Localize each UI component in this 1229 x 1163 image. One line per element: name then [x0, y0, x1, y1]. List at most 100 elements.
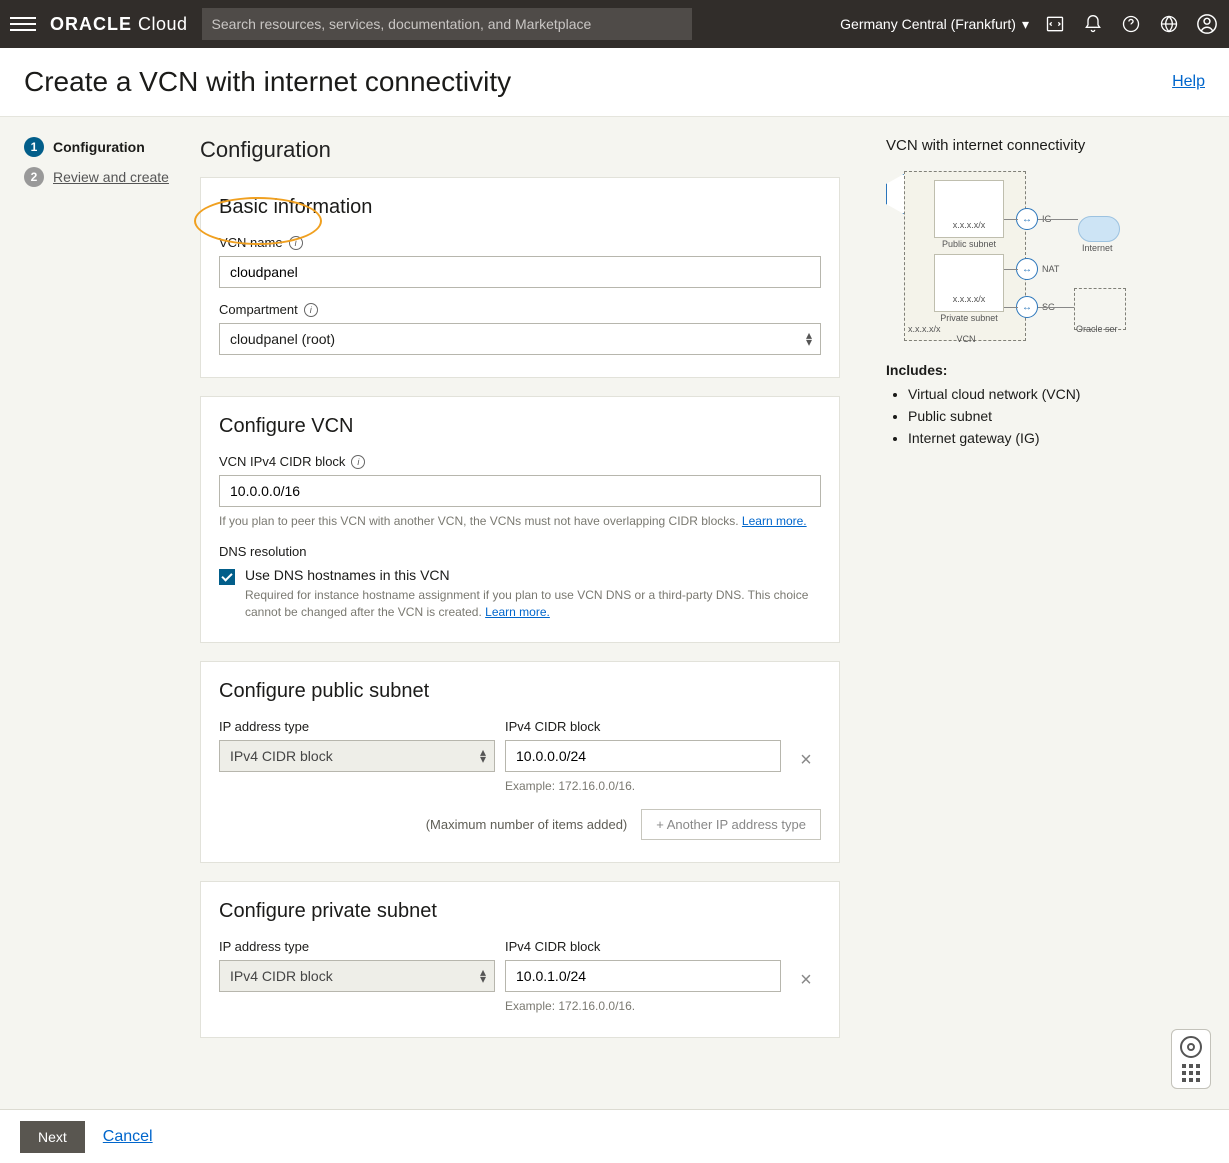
diagram-label: x.x.x.x/x [908, 324, 968, 334]
step-label: Review and create [53, 169, 169, 185]
example-text: Example: 172.16.0.0/16. [505, 998, 781, 1015]
remove-row-icon[interactable]: × [791, 969, 821, 992]
ip-type-label: IP address type [219, 719, 309, 734]
example-text: Example: 172.16.0.0/16. [505, 778, 781, 795]
compartment-value: cloudpanel (root) [230, 331, 335, 347]
learn-more-link[interactable]: Learn more. [485, 605, 550, 619]
next-button[interactable]: Next [20, 1121, 85, 1153]
top-navbar: ORACLE Cloud Germany Central (Frankfurt)… [0, 0, 1229, 48]
helper-text: If you plan to peer this VCN with anothe… [219, 514, 742, 528]
brand-text: ORACLE [50, 14, 132, 35]
max-items-note: (Maximum number of items added) [426, 817, 628, 832]
card-heading: Configure public subnet [219, 680, 821, 703]
product-text: Cloud [138, 14, 188, 35]
card-public-subnet: Configure public subnet IP address type … [200, 661, 840, 863]
vcn-name-input[interactable] [219, 256, 821, 288]
footer-bar: Next Cancel [0, 1109, 1229, 1163]
diagram-label: Internet [1082, 243, 1113, 253]
step-review[interactable]: 2 Review and create [24, 167, 200, 187]
sidebar-title: VCN with internet connectivity [886, 137, 1126, 154]
public-cidr-input[interactable] [505, 740, 781, 772]
diagram-label: Oracle ser [1076, 324, 1118, 334]
grid-icon [1182, 1064, 1200, 1082]
search-input[interactable] [202, 8, 692, 40]
diagram-label: Public subnet [934, 239, 1004, 249]
diagram-label: NAT [1042, 264, 1059, 274]
ip-type-select[interactable]: IPv4 CIDR block ▴▾ [219, 740, 495, 772]
region-selector[interactable]: Germany Central (Frankfurt) ▾ [840, 16, 1029, 33]
dns-helper: Required for instance hostname assignmen… [245, 587, 821, 621]
subnet-row: IP address type IPv4 CIDR block ▴▾ IPv4 … [219, 939, 821, 1015]
gateway-icon: ↔ [1016, 258, 1038, 280]
card-heading: Configure VCN [219, 415, 821, 438]
right-sidebar: VCN with internet connectivity x.x.x.x/x… [886, 137, 1126, 1038]
dns-heading: DNS resolution [219, 544, 306, 559]
list-item: Public subnet [908, 408, 1126, 424]
chevron-down-icon: ▾ [1022, 16, 1029, 33]
info-icon[interactable]: i [304, 303, 318, 317]
card-configure-vcn: Configure VCN VCN IPv4 CIDR block i If y… [200, 396, 840, 643]
main-layout: 1 Configuration 2 Review and create Conf… [0, 117, 1229, 1118]
remove-row-icon[interactable]: × [791, 749, 821, 772]
dns-checkbox[interactable] [219, 569, 235, 585]
content-column: Configuration Basic information VCN name… [200, 137, 840, 1038]
compartment-label: Compartment [219, 302, 298, 317]
region-label: Germany Central (Frankfurt) [840, 16, 1016, 32]
diagram-label: x.x.x.x/x [936, 294, 1002, 304]
vcn-cidr-label: VCN IPv4 CIDR block [219, 454, 345, 469]
menu-icon[interactable] [10, 17, 36, 31]
search-wrap [202, 8, 692, 40]
private-cidr-input[interactable] [505, 960, 781, 992]
field-dns: DNS resolution Use DNS hostnames in this… [219, 544, 821, 621]
vcn-diagram: x.x.x.x/x Public subnet x.x.x.x/x Privat… [886, 166, 1126, 346]
vcn-cidr-input[interactable] [219, 475, 821, 507]
section-title: Configuration [200, 137, 840, 163]
ip-type-value: IPv4 CIDR block [230, 748, 333, 764]
info-icon[interactable]: i [351, 455, 365, 469]
ip-type-label: IP address type [219, 939, 309, 954]
vcn-name-label: VCN name [219, 235, 283, 250]
ip-type-value: IPv4 CIDR block [230, 968, 333, 984]
step-label: Configuration [53, 139, 145, 155]
page-title-row: Create a VCN with internet connectivity … [0, 48, 1229, 117]
help-float-button[interactable] [1171, 1029, 1211, 1089]
dns-check-label: Use DNS hostnames in this VCN [245, 567, 821, 583]
page-title: Create a VCN with internet connectivity [24, 66, 511, 98]
ip-type-select[interactable]: IPv4 CIDR block ▴▾ [219, 960, 495, 992]
user-icon[interactable] [1195, 12, 1219, 36]
chevron-updown-icon: ▴▾ [480, 969, 486, 983]
info-icon[interactable]: i [289, 236, 303, 250]
add-ip-type-button[interactable]: + Another IP address type [641, 809, 821, 840]
list-item: Virtual cloud network (VCN) [908, 386, 1126, 402]
cloud-icon [1078, 216, 1120, 242]
cidr-label: IPv4 CIDR block [505, 719, 600, 734]
diagram-label: VCN [946, 334, 986, 344]
step-configuration[interactable]: 1 Configuration [24, 137, 200, 157]
gateway-icon: ↔ [1016, 208, 1038, 230]
step-number: 2 [24, 167, 44, 187]
dev-tools-icon[interactable] [1043, 12, 1067, 36]
card-private-subnet: Configure private subnet IP address type… [200, 881, 840, 1038]
list-item: Internet gateway (IG) [908, 430, 1126, 446]
includes-list: Virtual cloud network (VCN) Public subne… [886, 386, 1126, 446]
field-vcn-name: VCN name i [219, 235, 821, 288]
vcn-cidr-helper: If you plan to peer this VCN with anothe… [219, 513, 821, 530]
gateway-icon: ↔ [1016, 296, 1038, 318]
compartment-select[interactable]: cloudpanel (root) ▴▾ [219, 323, 821, 355]
field-vcn-cidr: VCN IPv4 CIDR block i If you plan to pee… [219, 454, 821, 530]
help-link[interactable]: Help [1172, 73, 1205, 91]
cidr-label: IPv4 CIDR block [505, 939, 600, 954]
card-basic-information: Basic information VCN name i Compartment… [200, 177, 840, 378]
chevron-updown-icon: ▴▾ [806, 332, 812, 346]
bell-icon[interactable] [1081, 12, 1105, 36]
help-icon[interactable] [1119, 12, 1143, 36]
globe-icon[interactable] [1157, 12, 1181, 36]
includes-title: Includes: [886, 362, 1126, 378]
step-number: 1 [24, 137, 44, 157]
lifering-icon [1180, 1036, 1202, 1058]
card-heading: Configure private subnet [219, 900, 821, 923]
cancel-link[interactable]: Cancel [103, 1128, 153, 1146]
diagram-label: x.x.x.x/x [936, 220, 1002, 230]
learn-more-link[interactable]: Learn more. [742, 514, 807, 528]
oracle-cloud-logo[interactable]: ORACLE Cloud [50, 14, 188, 35]
